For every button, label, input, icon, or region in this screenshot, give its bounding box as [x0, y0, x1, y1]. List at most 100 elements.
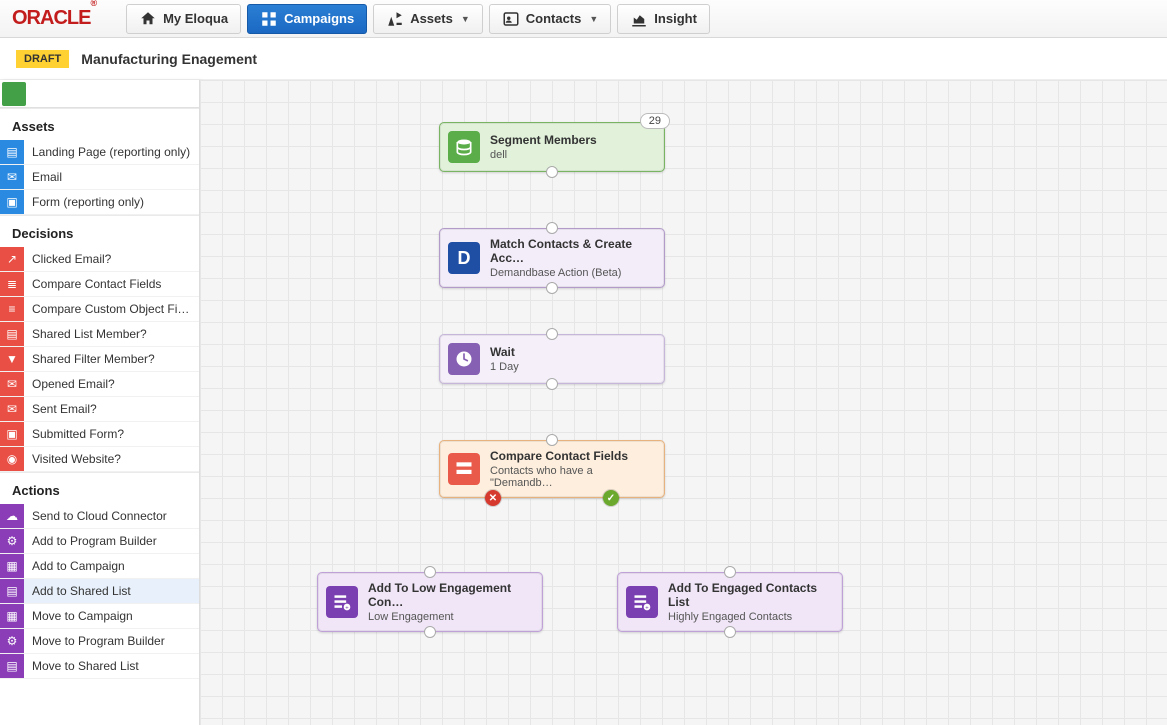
compare-obj-icon: ≡	[0, 297, 24, 321]
nav-label: Campaigns	[284, 11, 354, 26]
node-title: Segment Members	[490, 133, 597, 147]
node-title: Wait	[490, 345, 519, 359]
port-out[interactable]	[724, 626, 736, 638]
gear-icon: ⚙	[0, 529, 24, 553]
page-title: Manufacturing Enagement	[81, 51, 257, 67]
palette-label: Move to Shared List	[32, 659, 139, 673]
palette-label: Form (reporting only)	[32, 195, 144, 209]
node-subtitle: dell	[490, 149, 597, 161]
palette-item[interactable]: ▦Add to Campaign	[0, 554, 199, 579]
palette-item[interactable]: ▤Move to Shared List	[0, 654, 199, 679]
filter-icon: ▼	[0, 347, 24, 371]
nav-label: Contacts	[526, 11, 582, 26]
nav-campaigns[interactable]: Campaigns	[247, 4, 367, 34]
palette-item[interactable]: ▣ Submitted Form?	[0, 422, 199, 447]
port-out[interactable]	[546, 166, 558, 178]
no-branch-icon[interactable]: ✕	[485, 490, 501, 506]
sidebar-cut-item	[0, 80, 199, 108]
list-add-icon: +	[326, 586, 358, 618]
section-assets: Assets	[0, 108, 199, 140]
palette-item[interactable]: ✉Email	[0, 165, 199, 190]
node-compare-contact-fields[interactable]: Compare Contact Fields Contacts who have…	[439, 440, 665, 498]
palette-label: Send to Cloud Connector	[32, 509, 167, 523]
node-title: Add To Engaged Contacts List	[668, 581, 832, 609]
node-add-engaged[interactable]: + Add To Engaged Contacts List Highly En…	[617, 572, 843, 632]
section-decisions: Decisions	[0, 215, 199, 247]
sent-email-icon: ✉	[0, 397, 24, 421]
subheader: DRAFT Manufacturing Enagement	[0, 38, 1167, 80]
palette-label: Email	[32, 170, 62, 184]
home-icon	[139, 10, 157, 28]
nav-label: My Eloqua	[163, 11, 228, 26]
nav-label: Assets	[410, 11, 453, 26]
nav-my-eloqua[interactable]: My Eloqua	[126, 4, 241, 34]
segment-icon	[2, 82, 26, 106]
count-badge: 29	[640, 113, 670, 129]
node-wait[interactable]: Wait 1 Day	[439, 334, 665, 384]
node-subtitle: Demandbase Action (Beta)	[490, 267, 654, 279]
palette-label: Sent Email?	[32, 402, 97, 416]
palette-item[interactable]: ↗Clicked Email?	[0, 247, 199, 272]
palette-label: Visited Website?	[32, 452, 121, 466]
clicked-email-icon: ↗	[0, 247, 24, 271]
palette-item[interactable]: ⚙Move to Program Builder	[0, 629, 199, 654]
node-subtitle: Low Engagement	[368, 611, 532, 623]
node-segment-members[interactable]: Segment Members dell 29	[439, 122, 665, 172]
topbar: ORACLE® My Eloqua Campaigns Assets ▼ Con	[0, 0, 1167, 38]
port-in[interactable]	[546, 434, 558, 446]
palette-label: Move to Campaign	[32, 609, 133, 623]
compare-fields-icon: ≣	[0, 272, 24, 296]
palette-label: Submitted Form?	[32, 427, 124, 441]
port-out[interactable]	[546, 282, 558, 294]
nav-label: Insight	[654, 11, 697, 26]
node-subtitle: Contacts who have a "Demandb…	[490, 465, 654, 489]
palette-item[interactable]: ▤Add to Shared List	[0, 579, 199, 604]
port-in[interactable]	[724, 566, 736, 578]
nav-assets[interactable]: Assets ▼	[373, 4, 483, 34]
port-out[interactable]	[546, 378, 558, 390]
section-actions: Actions	[0, 472, 199, 504]
port-in[interactable]	[546, 222, 558, 234]
form-icon: ▣	[0, 190, 24, 214]
svg-text:+: +	[345, 606, 349, 612]
palette-label: Add to Campaign	[32, 559, 125, 573]
palette-item[interactable]: ▦ Move to Campaign	[0, 604, 199, 629]
node-title: Match Contacts & Create Acc…	[490, 237, 654, 265]
node-match-contacts[interactable]: D Match Contacts & Create Acc… Demandbas…	[439, 228, 665, 288]
palette-label: Shared Filter Member?	[32, 352, 155, 366]
palette-label: Opened Email?	[32, 377, 115, 391]
palette-item[interactable]: ≣Compare Contact Fields	[0, 272, 199, 297]
move-campaign-icon: ▦	[0, 604, 24, 628]
campaigns-icon	[260, 10, 278, 28]
sharedlist-icon: ▤	[0, 322, 24, 346]
palette-sidebar[interactable]: Assets ▤Landing Page (reporting only) ✉E…	[0, 80, 200, 725]
palette-label: Shared List Member?	[32, 327, 147, 341]
palette-item[interactable]: ▣ Form (reporting only)	[0, 190, 199, 215]
palette-item[interactable]: ≡ Compare Custom Object Fields	[0, 297, 199, 322]
palette-item[interactable]: ✉ Sent Email?	[0, 397, 199, 422]
palette-item[interactable]: ✉Opened Email?	[0, 372, 199, 397]
svg-text:+: +	[645, 606, 649, 612]
canvas[interactable]: Segment Members dell 29 D Match Contacts…	[200, 80, 1167, 725]
port-in[interactable]	[546, 328, 558, 340]
oracle-logo: ORACLE®	[12, 7, 96, 30]
palette-label: Add to Program Builder	[32, 534, 157, 548]
palette-item[interactable]: ◉Visited Website?	[0, 447, 199, 472]
palette-item[interactable]: ▤ Shared List Member?	[0, 322, 199, 347]
submitted-form-icon: ▣	[0, 422, 24, 446]
clock-icon	[448, 343, 480, 375]
segment-icon	[448, 131, 480, 163]
palette-item[interactable]: ⚙ Add to Program Builder	[0, 529, 199, 554]
nav-insight[interactable]: Insight	[617, 4, 710, 34]
yes-branch-icon[interactable]: ✓	[603, 490, 619, 506]
port-in[interactable]	[424, 566, 436, 578]
node-add-low-engagement[interactable]: + Add To Low Engagement Con… Low Engagem…	[317, 572, 543, 632]
palette-item[interactable]: ▼ Shared Filter Member?	[0, 347, 199, 372]
nav-contacts[interactable]: Contacts ▼	[489, 4, 612, 34]
palette-item[interactable]: ▤Landing Page (reporting only)	[0, 140, 199, 165]
list-add-icon: +	[626, 586, 658, 618]
palette-label: Compare Custom Object Fields	[32, 302, 193, 316]
assets-icon	[386, 10, 404, 28]
port-out[interactable]	[424, 626, 436, 638]
palette-item[interactable]: ☁Send to Cloud Connector	[0, 504, 199, 529]
